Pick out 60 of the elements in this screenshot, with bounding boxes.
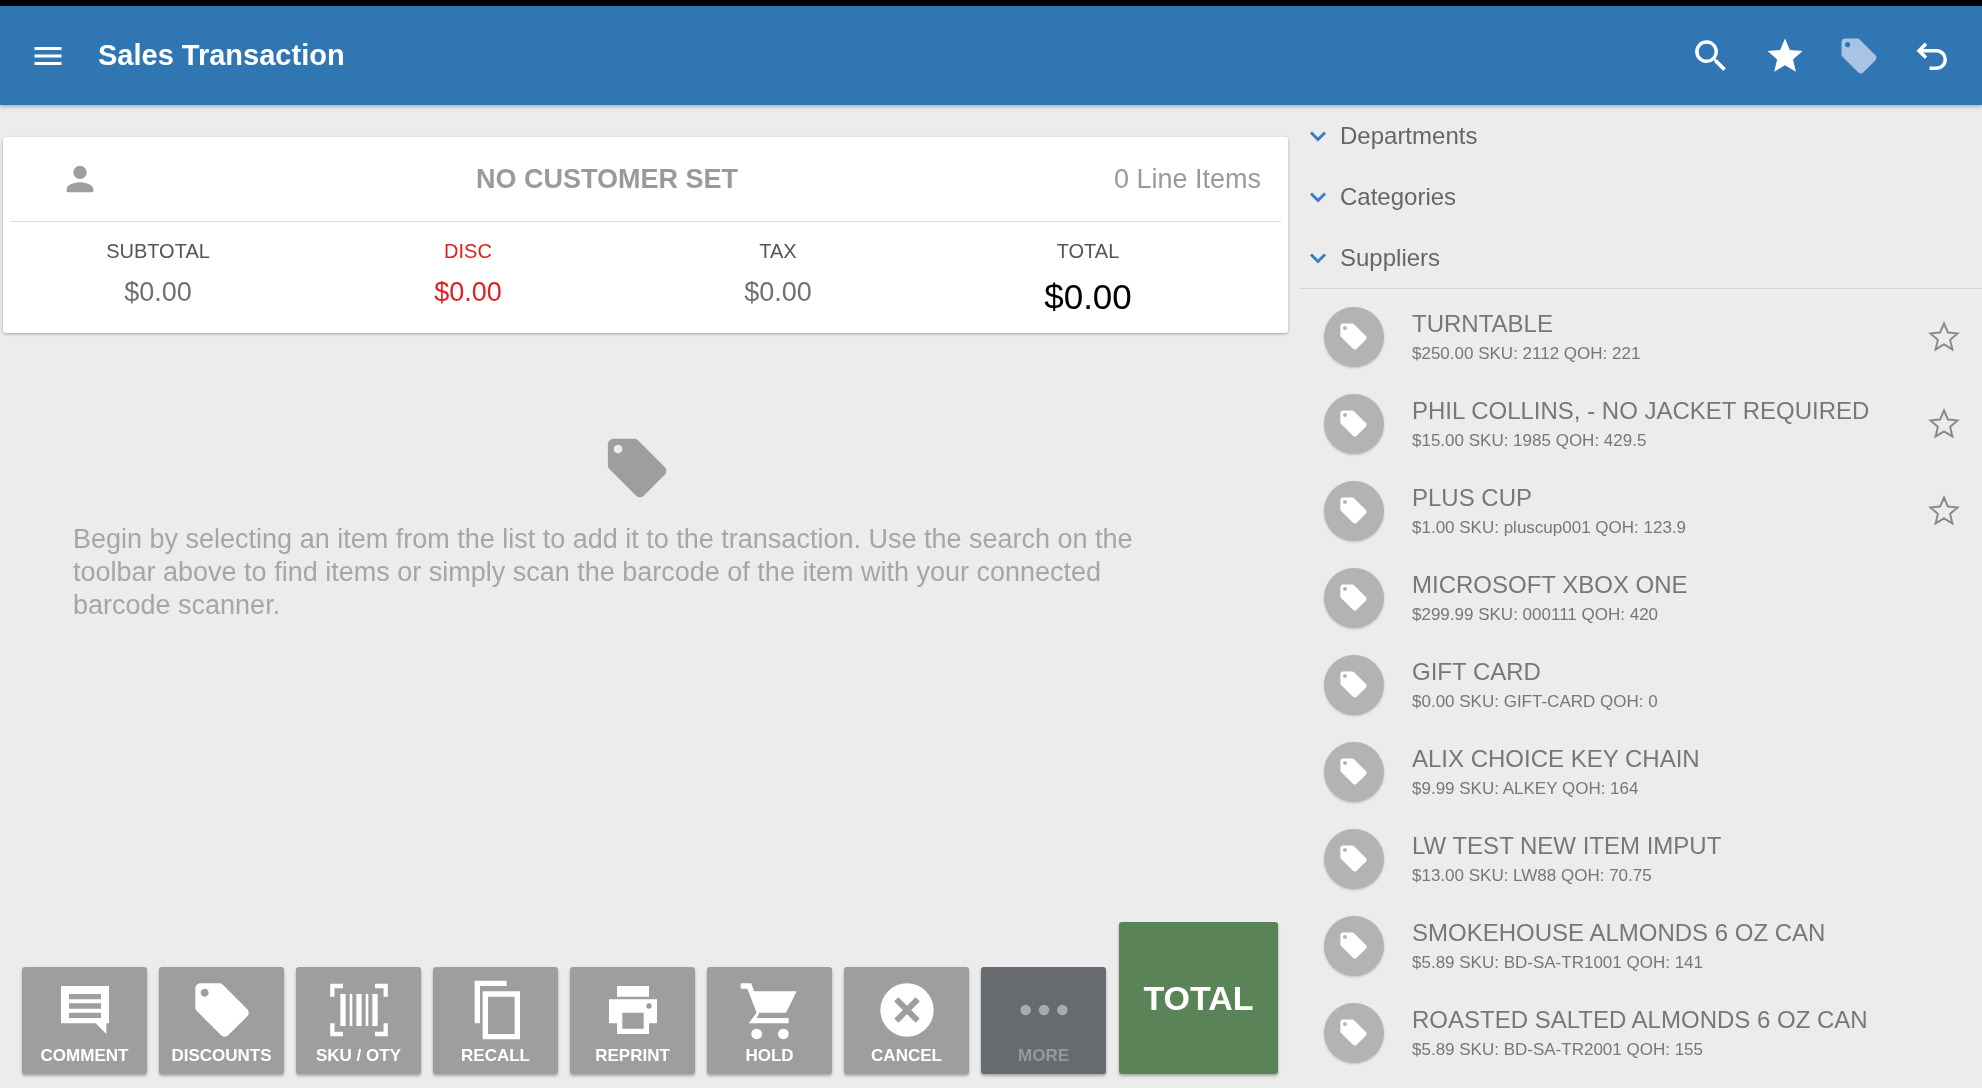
- product-row[interactable]: LW TEST NEW ITEM IMPUT $13.00 SKU: LW88 QOH: 70.75: [1300, 815, 1982, 902]
- total-value: $0.00: [744, 277, 812, 308]
- action-button[interactable]: DISCOUNTS: [159, 967, 284, 1074]
- product-row[interactable]: TURNTABLE $250.00 SKU: 2112 QOH: 221: [1300, 293, 1982, 380]
- group-header[interactable]: Categories: [1300, 166, 1982, 227]
- product-name: TURNTABLE: [1412, 309, 1554, 338]
- product-name: GIFT CARD: [1412, 657, 1542, 686]
- product-details: $5.89 SKU: BD-SA-TR1001 QOH: 141: [1412, 952, 1705, 973]
- group-header[interactable]: Suppliers: [1300, 227, 1982, 288]
- tag-icon: [1324, 393, 1384, 454]
- product-details: $250.00 SKU: 2112 QOH: 221: [1412, 343, 1642, 364]
- action-button[interactable]: SKU / OTY: [296, 967, 421, 1074]
- tag-icon: [1324, 915, 1384, 976]
- total-button[interactable]: TOTAL: [1119, 922, 1278, 1074]
- product-name: MICROSOFT XBOX ONE: [1412, 570, 1689, 599]
- total-value: $0.00: [1044, 277, 1132, 317]
- total-label: SUBTOTAL: [106, 240, 210, 263]
- action-button[interactable]: CANCEL: [844, 967, 969, 1074]
- tag-icon: [1324, 306, 1384, 367]
- customer-label[interactable]: NO CUSTOMER SET: [100, 163, 1114, 195]
- total-value: $0.00: [124, 277, 192, 308]
- product-details: $13.00 SKU: LW88 QOH: 70.75: [1412, 865, 1653, 886]
- product-details: $299.99 SKU: 000111 QOH: 420: [1412, 604, 1660, 625]
- product-name: ALIX CHOICE KEY CHAIN: [1412, 744, 1701, 773]
- app-title: Sales Transaction: [98, 39, 345, 72]
- product-details: $15.00 SKU: 1985 QOH: 429.5: [1412, 430, 1648, 451]
- action-button[interactable]: HOLD: [707, 967, 832, 1074]
- product-row[interactable]: PLUS CUP $1.00 SKU: pluscup001 QOH: 123.9: [1300, 467, 1982, 554]
- empty-cart-message: Begin by selecting an item from the list to add it to the transaction. Use the search on the toolbar above to find items or simply scan the barcode of the item with your connected barcode scanner.: [73, 523, 1134, 622]
- total-label: TOTAL: [1056, 240, 1120, 263]
- product-name: PHIL COLLINS, - NO JACKET REQUIRED: [1412, 396, 1871, 425]
- total-label: TAX: [759, 240, 797, 263]
- product-row[interactable]: PHIL COLLINS, - NO JACKET REQUIRED $15.00 SKU: 1985 QOH: 429.5: [1300, 380, 1982, 467]
- tag-icon: [1324, 654, 1384, 715]
- product-row[interactable]: ROASTED SALTED ALMONDS 6 OZ CAN $5.89 SKU: BD-SA-TR2001 QOH: 155: [1300, 989, 1982, 1076]
- tag-icon: [1324, 1002, 1384, 1063]
- tag-icon: [1324, 567, 1384, 628]
- product-name: LW TEST NEW ITEM IMPUT: [1412, 831, 1723, 860]
- tag-icon: [1324, 828, 1384, 889]
- total-value: $0.00: [434, 277, 502, 308]
- product-details: $1.00 SKU: pluscup001 QOH: 123.9: [1412, 517, 1688, 538]
- tag-icon: [1324, 480, 1384, 541]
- product-name: PLUS CUP: [1412, 483, 1534, 512]
- more-icon: [1018, 1003, 1069, 1017]
- product-row[interactable]: ALIX CHOICE KEY CHAIN $9.99 SKU: ALKEY QOH: 164: [1300, 728, 1982, 815]
- group-header[interactable]: Departments: [1300, 105, 1982, 166]
- product-row[interactable]: SMOKEHOUSE ALMONDS 6 OZ CAN $5.89 SKU: BD-SA-TR1001 QOH: 141: [1300, 902, 1982, 989]
- product-row[interactable]: MICROSOFT XBOX ONE $299.99 SKU: 000111 QOH: 420: [1300, 554, 1982, 641]
- tag-icon: [1324, 741, 1384, 802]
- action-button[interactable]: REPRINT: [570, 967, 695, 1074]
- product-details: $5.89 SKU: BD-SA-TR2001 QOH: 155: [1412, 1039, 1705, 1060]
- product-details: $9.99 SKU: ALKEY QOH: 164: [1412, 778, 1640, 799]
- action-button[interactable]: RECALL: [433, 967, 558, 1074]
- product-row[interactable]: GIFT CARD $0.00 SKU: GIFT-CARD QOH: 0: [1300, 641, 1982, 728]
- product-details: $0.00 SKU: GIFT-CARD QOH: 0: [1412, 691, 1659, 712]
- action-button[interactable]: COMMENT: [22, 967, 147, 1074]
- product-name: SMOKEHOUSE ALMONDS 6 OZ CAN: [1412, 918, 1827, 947]
- total-label: DISC: [444, 240, 492, 263]
- product-name: ROASTED SALTED ALMONDS 6 OZ CAN: [1412, 1005, 1869, 1034]
- line-items-count: 0 Line Items: [1113, 163, 1261, 195]
